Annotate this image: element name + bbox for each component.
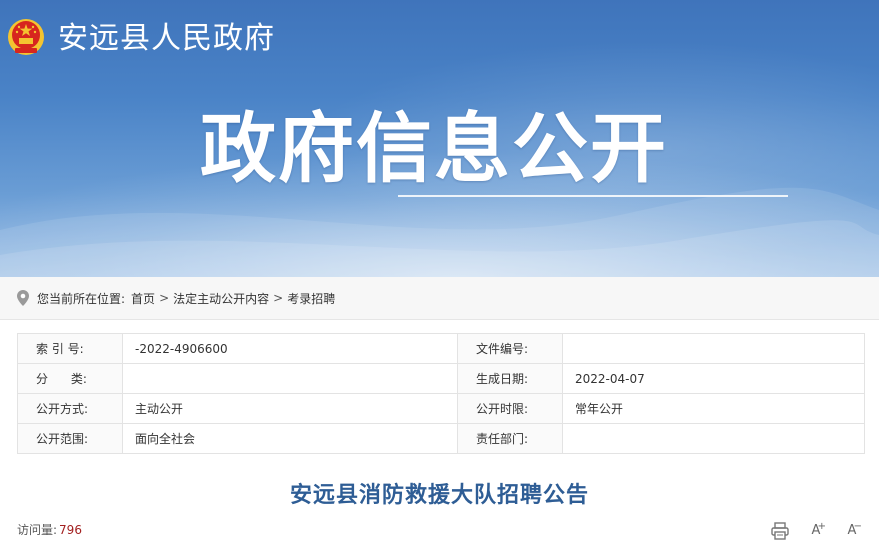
location-pin-icon [17, 290, 29, 306]
meta-row: 公开范围: 面向全社会 责任部门: [17, 423, 865, 454]
national-emblem-icon[interactable] [7, 17, 45, 57]
meta-value-disclosure-scope: 面向全社会 [122, 423, 458, 454]
meta-label-department: 责任部门: [457, 423, 563, 454]
meta-value-index: -2022-4906600 [122, 333, 458, 364]
breadcrumb-item-recruitment[interactable]: 考录招聘 [287, 290, 335, 307]
meta-label-disclosure-period: 公开时限: [457, 393, 563, 424]
font-increase-button[interactable]: A + [806, 521, 826, 541]
breadcrumb: 您当前所在位置: 首页 > 法定主动公开内容 > 考录招聘 [0, 277, 879, 320]
breadcrumb-home[interactable]: 首页 [131, 290, 155, 307]
banner-heading: 政府信息公开 [200, 104, 668, 193]
meta-label-category: 分 类: [17, 363, 123, 394]
meta-value-disclosure-method: 主动公开 [122, 393, 458, 424]
article-title: 安远县消防救援大队招聘公告 [289, 483, 589, 508]
banner-underline [398, 195, 788, 197]
meta-row: 索 引 号: -2022-4906600 文件编号: [17, 333, 865, 364]
printer-icon[interactable] [770, 521, 790, 541]
meta-value-doc-number [562, 333, 865, 364]
breadcrumb-separator: > [159, 291, 170, 305]
plus-icon: + [817, 521, 826, 532]
site-title[interactable]: 安远县人民政府 [58, 19, 275, 59]
minus-icon: − [853, 521, 862, 532]
meta-row: 公开方式: 主动公开 公开时限: 常年公开 [17, 393, 865, 424]
font-decrease-button[interactable]: A − [842, 521, 862, 541]
meta-label-date: 生成日期: [457, 363, 563, 394]
meta-value-category [122, 363, 458, 394]
document-meta-table: 索 引 号: -2022-4906600 文件编号: 分 类: 生成日期: 20… [17, 333, 865, 454]
meta-value-disclosure-period: 常年公开 [562, 393, 865, 424]
breadcrumb-item-statutory[interactable]: 法定主动公开内容 [173, 290, 269, 307]
meta-label-doc-number: 文件编号: [457, 333, 563, 364]
visits-label: 访问量: [17, 523, 58, 537]
meta-row: 分 类: 生成日期: 2022-04-07 [17, 363, 865, 394]
header-banner: 安远县人民政府 政府信息公开 [0, 0, 879, 277]
breadcrumb-prefix: 您当前所在位置: [37, 291, 126, 306]
meta-value-date: 2022-04-07 [562, 363, 865, 394]
breadcrumb-separator: > [273, 291, 284, 305]
visit-counter: 访问量: 796 [17, 521, 82, 539]
visits-count: 796 [59, 523, 82, 537]
meta-value-department [562, 423, 865, 454]
meta-label-index: 索 引 号: [17, 333, 123, 364]
meta-label-disclosure-method: 公开方式: [17, 393, 123, 424]
meta-label-disclosure-scope: 公开范围: [17, 423, 123, 454]
article-tools: A + A − [770, 521, 862, 541]
